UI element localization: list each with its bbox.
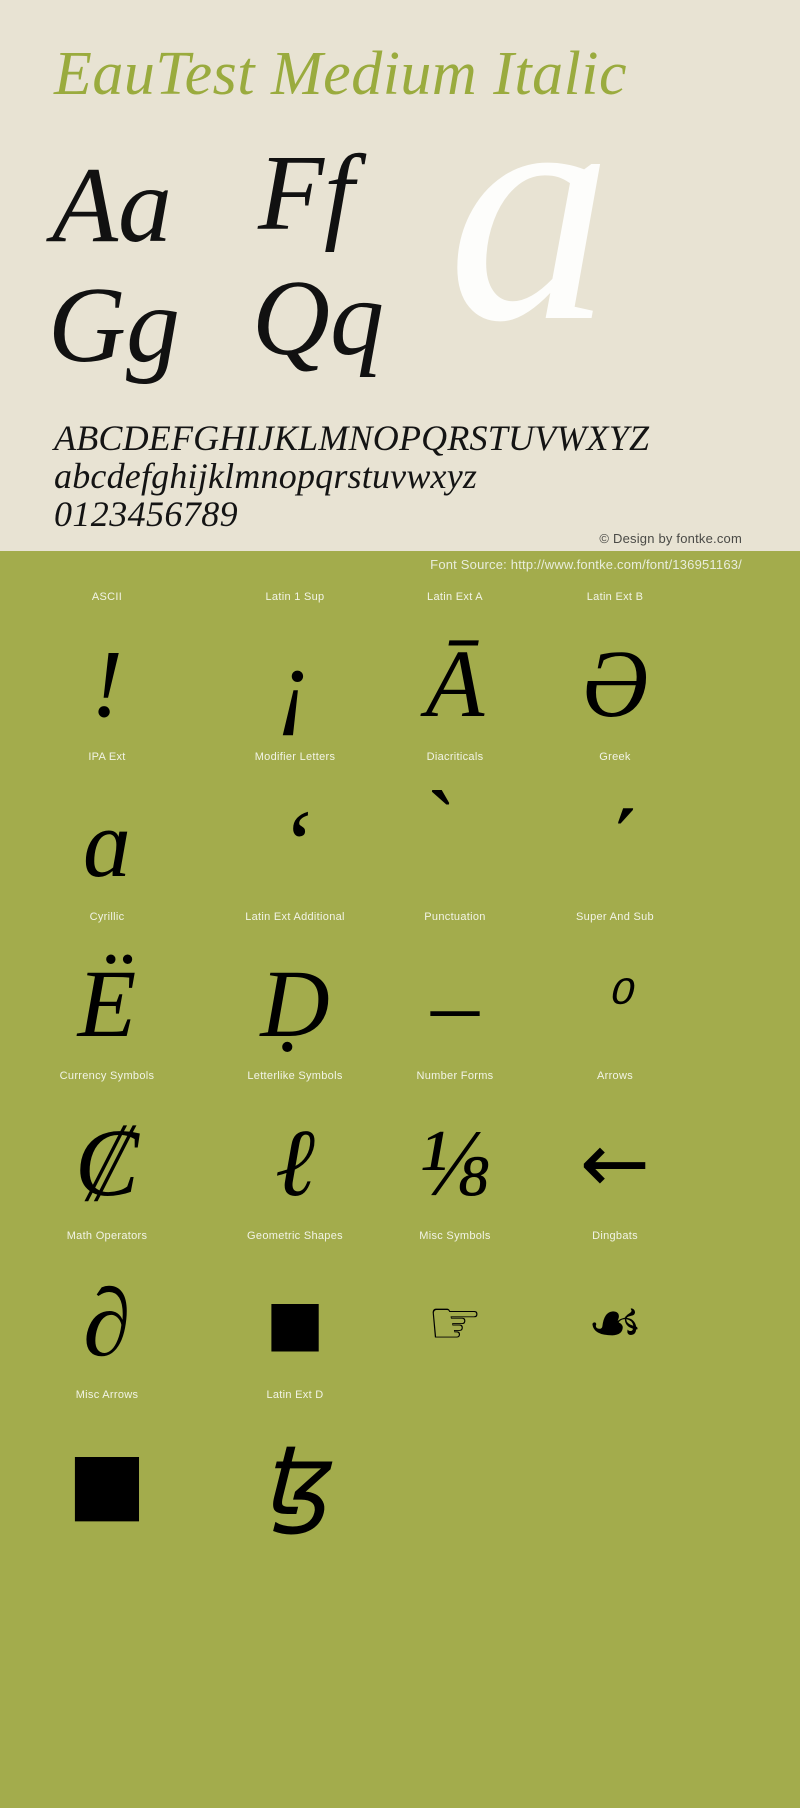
unicode-cell-misc-arrows: Misc Arrows ■ — [27, 1389, 187, 1569]
unicode-sample-glyph: ■ — [265, 1286, 325, 1359]
unicode-block-label: Cyrillic — [89, 911, 125, 923]
unicode-cell-math-operators: Math Operators ∂ — [27, 1230, 187, 1410]
unicode-sample-glyph: Ə — [581, 630, 649, 737]
unicode-row: ASCII ! Latin 1 Sup ¡ Latin Ext A Ā Lati… — [0, 591, 695, 771]
unicode-sample-glyph: ← — [579, 1114, 651, 1212]
unicode-cell-modifier-letters: Modifier Letters ʻ — [215, 751, 375, 931]
unicode-sample-glyph: ̀ — [375, 769, 535, 919]
unicode-sample-glyph: ₡ — [74, 1109, 140, 1216]
unicode-sample-glyph: ¡ — [276, 630, 314, 737]
unicode-block-label: IPA Ext — [88, 751, 126, 763]
unicode-sample-glyph: ☞ — [427, 1286, 483, 1359]
unicode-row: IPA Ext ɑ Modifier Letters ʻ Diacritical… — [0, 751, 695, 931]
alphabet-uppercase: ABCDEFGHIJKLMNOPQRSTUVWXYZ — [54, 418, 650, 458]
unicode-sample-glyph: ■ — [67, 1433, 147, 1531]
unicode-block-label: Latin Ext D — [266, 1389, 324, 1401]
unicode-block-label: Dingbats — [592, 1230, 638, 1242]
specimen-header-section: a EauTest Medium Italic Aa Ff Gg Qq ABCD… — [0, 0, 800, 551]
unicode-cell-ipa-ext: IPA Ext ɑ — [27, 751, 187, 931]
unicode-block-label: Letterlike Symbols — [247, 1070, 343, 1082]
unicode-sample-glyph: ⅛ — [419, 1109, 491, 1216]
unicode-sample-glyph: Ё — [77, 950, 137, 1057]
unicode-cell-latin-ext-b: Latin Ext B Ə — [535, 591, 695, 771]
unicode-sample-glyph: ʹ — [599, 790, 631, 897]
unicode-sample-glyph: ʻ — [279, 790, 311, 897]
unicode-cell-greek: Greek ʹ — [535, 751, 695, 931]
unicode-sample-glyph: ∂ — [83, 1269, 131, 1376]
unicode-row: Math Operators ∂ Geometric Shapes ■ Misc… — [0, 1230, 695, 1410]
unicode-block-label: Latin Ext Additional — [245, 911, 345, 923]
unicode-cell-ascii: ASCII ! — [27, 591, 187, 771]
unicode-cell-letterlike-symbols: Letterlike Symbols ℓ — [215, 1070, 375, 1250]
unicode-cell-latin-ext-a: Latin Ext A Ā — [375, 591, 535, 771]
unicode-sample-glyph: ! — [91, 630, 123, 737]
unicode-cell-punctuation: Punctuation – — [375, 911, 535, 1091]
unicode-block-label: Latin Ext B — [586, 591, 644, 603]
unicode-block-label: Greek — [599, 751, 631, 763]
unicode-cell-latin-ext-additional: Latin Ext Additional Ḍ — [215, 911, 375, 1091]
unicode-coverage-section: Font Source: http://www.fontke.com/font/… — [0, 551, 800, 1808]
unicode-row: Misc Arrows ■ Latin Ext D ꜩ — [0, 1389, 695, 1569]
unicode-cell-cyrillic: Cyrillic Ё — [27, 911, 187, 1091]
unicode-block-label: Currency Symbols — [59, 1070, 155, 1082]
unicode-block-label: ASCII — [91, 591, 123, 603]
unicode-sample-glyph: Ā — [425, 630, 485, 737]
unicode-cell-diacriticals: Diacriticals ̀ — [375, 751, 535, 931]
unicode-block-label: Arrows — [596, 1070, 634, 1082]
unicode-cell-geometric-shapes: Geometric Shapes ■ — [215, 1230, 375, 1410]
unicode-block-label: Latin 1 Sup — [265, 591, 325, 603]
unicode-cell-misc-symbols: Misc Symbols ☞ — [375, 1230, 535, 1410]
letter-pair-ff: Ff — [258, 134, 354, 253]
unicode-cell-latin-ext-d: Latin Ext D ꜩ — [215, 1389, 375, 1569]
unicode-block-label: Modifier Letters — [254, 751, 336, 763]
unicode-sample-glyph: – — [431, 950, 479, 1057]
unicode-cell-super-and-sub: Super And Sub ⁰ — [535, 911, 695, 1091]
unicode-block-label: Math Operators — [66, 1230, 148, 1242]
unicode-sample-glyph: Ḍ — [260, 950, 330, 1057]
unicode-cell-arrows: Arrows ← — [535, 1070, 695, 1250]
unicode-sample-glyph: ⁰ — [602, 970, 628, 1038]
unicode-sample-glyph: ☙ — [587, 1286, 643, 1359]
page-title: EauTest Medium Italic — [54, 40, 628, 108]
unicode-cell-number-forms: Number Forms ⅛ — [375, 1070, 535, 1250]
unicode-sample-glyph: ɑ — [83, 790, 131, 897]
letter-pair-gg: Gg — [48, 266, 180, 385]
letter-pair-aa: Aa — [52, 146, 172, 265]
unicode-sample-glyph: ℓ — [275, 1109, 315, 1216]
letter-pair-qq: Qq — [252, 259, 384, 378]
font-source-link[interactable]: Font Source: http://www.fontke.com/font/… — [430, 557, 742, 572]
unicode-block-label: Number Forms — [416, 1070, 494, 1082]
unicode-block-label: Misc Symbols — [419, 1230, 491, 1242]
unicode-block-label: Misc Arrows — [75, 1389, 139, 1401]
unicode-block-label: Super And Sub — [576, 911, 654, 923]
unicode-block-label: Diacriticals — [426, 751, 484, 763]
unicode-block-label: Punctuation — [424, 911, 486, 923]
unicode-block-label: Latin Ext A — [427, 591, 483, 603]
unicode-cell-dingbats: Dingbats ☙ — [535, 1230, 695, 1410]
unicode-block-label: Geometric Shapes — [247, 1230, 343, 1242]
alphabet-lowercase: abcdefghijklmnopqrstuvwxyz — [54, 456, 478, 496]
alphabet-digits: 0123456789 — [54, 494, 238, 534]
unicode-row: Cyrillic Ё Latin Ext Additional Ḍ Punctu… — [0, 911, 695, 1091]
copyright-notice: © Design by fontke.com — [599, 531, 742, 546]
unicode-cell-currency-symbols: Currency Symbols ₡ — [27, 1070, 187, 1250]
unicode-cell-latin-1-sup: Latin 1 Sup ¡ — [215, 591, 375, 771]
unicode-row: Currency Symbols ₡ Letterlike Symbols ℓ … — [0, 1070, 695, 1250]
unicode-sample-glyph: ꜩ — [260, 1428, 330, 1535]
